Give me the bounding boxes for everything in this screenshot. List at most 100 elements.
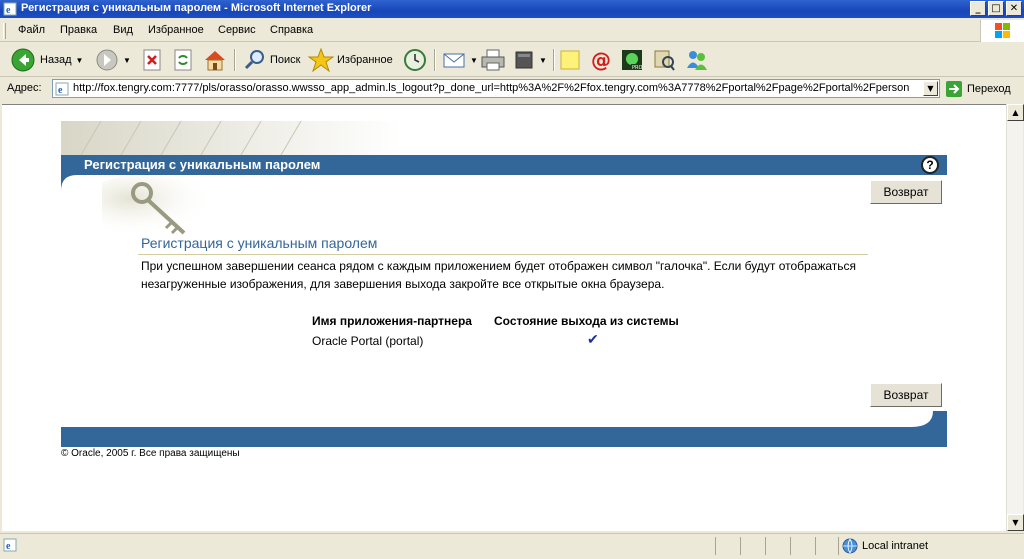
menu-help[interactable]: Справка <box>270 24 313 36</box>
logout-description: При успешном завершении сеанса рядом с к… <box>141 259 857 291</box>
menu-grip <box>3 23 6 39</box>
banner-decoration <box>61 121 401 155</box>
stop-icon <box>143 49 161 71</box>
address-url: http://fox.tengry.com:7777/pls/orasso/or… <box>73 82 910 94</box>
standard-toolbar: Назад ▼ ▼ Поиск Избранное ▼ ▼ @ PRO <box>0 43 1024 77</box>
logout-status-checkmark-icon: ✔ <box>587 331 599 347</box>
key-icon <box>102 175 222 237</box>
security-zone: Local intranet <box>842 537 928 555</box>
back-arrow-icon <box>11 48 35 72</box>
address-label: Адрес: <box>7 82 42 94</box>
search-button[interactable]: Поиск <box>243 47 300 73</box>
status-cell <box>790 537 791 555</box>
back-label: Назад <box>40 54 72 66</box>
footer-band <box>61 411 947 447</box>
status-bar: e Local intranet <box>0 533 1024 559</box>
column-header-app: Имя приложения-партнера <box>312 314 472 328</box>
page-content: Регистрация с уникальным паролем ? Возвр… <box>2 104 1006 531</box>
at-sign-icon: @ <box>591 48 611 72</box>
maximize-button[interactable]: □ <box>988 1 1004 16</box>
copyright-text: © Oracle, 2005 г. Все права защищены <box>61 448 240 459</box>
sticky-note-icon <box>560 50 580 70</box>
toolbar-separator <box>553 49 555 71</box>
search-icon <box>244 50 264 70</box>
refresh-icon <box>174 49 192 71</box>
research-icon <box>654 50 675 71</box>
page-icon: e <box>55 82 69 96</box>
edit-button[interactable]: ▼ <box>513 47 547 73</box>
svg-text:e: e <box>6 5 11 16</box>
back-button-top[interactable]: Возврат <box>870 180 942 204</box>
history-button[interactable] <box>402 47 428 73</box>
menu-file[interactable]: Файл <box>18 24 45 36</box>
email-at-button[interactable]: @ <box>589 47 613 73</box>
zone-label: Local intranet <box>862 540 929 552</box>
status-cell <box>765 537 766 555</box>
back-dropdown-icon[interactable]: ▼ <box>76 56 84 65</box>
windows-logo <box>980 20 1024 42</box>
browser-window: e Регистрация с уникальным паролем - Mic… <box>0 0 1024 559</box>
home-icon <box>205 51 225 71</box>
scroll-up-icon[interactable]: ▲ <box>1007 104 1024 121</box>
close-button[interactable]: ✕ <box>1006 1 1022 16</box>
address-input[interactable]: e http://fox.tengry.com:7777/pls/orasso/… <box>52 79 940 98</box>
go-arrow-icon <box>946 81 962 97</box>
favorites-button[interactable]: Избранное <box>308 47 393 73</box>
toolbar-separator <box>434 49 436 71</box>
print-button[interactable] <box>480 47 506 73</box>
icq-button[interactable]: PRO <box>620 47 644 73</box>
go-label: Переход <box>967 83 1011 95</box>
messenger-people-icon <box>687 51 707 70</box>
menu-tools[interactable]: Сервис <box>218 24 256 36</box>
search-label: Поиск <box>270 54 301 66</box>
ie-page-icon: e <box>3 2 17 16</box>
status-cell <box>715 537 716 555</box>
header-band-corner <box>61 175 77 191</box>
vertical-scrollbar[interactable]: ▲ ▼ <box>1006 104 1024 531</box>
svg-text:@: @ <box>591 48 611 72</box>
edit-icon <box>515 51 533 69</box>
status-cell <box>740 537 741 555</box>
menu-bar: Файл Правка Вид Избранное Сервис Справка <box>0 20 1024 42</box>
stop-button[interactable] <box>142 47 162 73</box>
home-button[interactable] <box>203 47 227 73</box>
forward-button[interactable]: ▼ <box>95 47 131 73</box>
refresh-button[interactable] <box>173 47 193 73</box>
window-title: Регистрация с уникальным паролем - Micro… <box>21 2 372 14</box>
icq-pro-icon: PRO <box>622 50 642 71</box>
app-name-cell: Oracle Portal (portal) <box>312 334 424 348</box>
notes-button[interactable] <box>559 47 581 73</box>
history-icon <box>404 49 426 71</box>
windows-flag-icon <box>995 23 1010 38</box>
favorites-star-icon <box>308 48 334 72</box>
scroll-down-icon[interactable]: ▼ <box>1007 514 1024 531</box>
address-bar: Адрес: e http://fox.tengry.com:7777/pls/… <box>0 78 1024 100</box>
forward-dropdown-icon[interactable]: ▼ <box>123 56 131 65</box>
status-cell <box>815 537 816 555</box>
column-header-status: Состояние выхода из системы <box>494 314 679 328</box>
messenger-button[interactable] <box>684 47 710 73</box>
svg-text:e: e <box>58 85 63 96</box>
menu-view[interactable]: Вид <box>113 24 133 36</box>
printer-icon <box>481 49 505 71</box>
back-button[interactable]: Назад ▼ <box>10 47 83 73</box>
edit-dropdown-icon[interactable]: ▼ <box>539 56 547 65</box>
svg-text:PRO: PRO <box>632 65 642 71</box>
go-button[interactable]: Переход <box>945 79 1011 99</box>
mail-icon <box>443 53 465 68</box>
toolbar-separator <box>234 49 236 71</box>
mail-button[interactable]: ▼ <box>442 47 478 73</box>
menu-favorites[interactable]: Избранное <box>148 24 204 36</box>
back-button-bottom[interactable]: Возврат <box>870 383 942 407</box>
svg-text:e: e <box>6 541 11 552</box>
research-button[interactable] <box>652 47 676 73</box>
favorites-label: Избранное <box>337 54 393 66</box>
menu-edit[interactable]: Правка <box>60 24 97 36</box>
status-page-icon: e <box>3 538 17 552</box>
mail-dropdown-icon[interactable]: ▼ <box>470 56 478 65</box>
address-dropdown-icon[interactable]: ▼ <box>923 81 938 96</box>
minimize-button[interactable]: _ <box>970 1 986 16</box>
help-icon[interactable]: ? <box>921 156 939 174</box>
heading-divider <box>138 254 868 255</box>
intranet-globe-icon <box>842 538 858 554</box>
